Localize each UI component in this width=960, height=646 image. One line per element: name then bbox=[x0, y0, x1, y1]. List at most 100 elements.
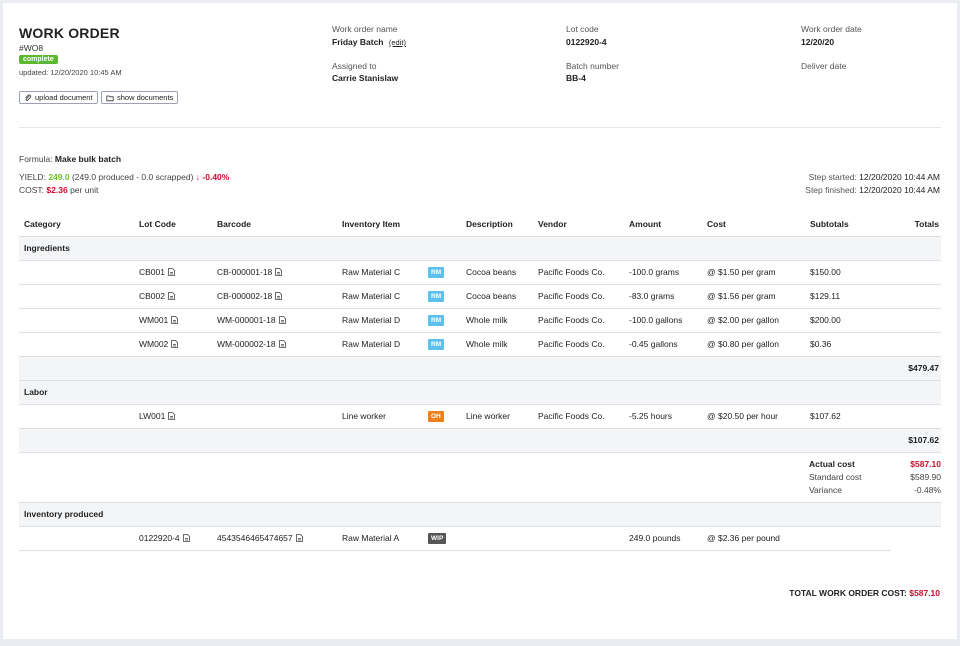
document-icon[interactable] bbox=[279, 340, 286, 348]
subtotal bbox=[805, 526, 891, 550]
yield-value: 249.0 bbox=[48, 172, 69, 182]
lot-code: 0122920-4 bbox=[139, 533, 180, 543]
rm-tag: RM bbox=[428, 315, 444, 326]
actual-cost-label: Actual cost bbox=[809, 458, 901, 471]
variance-label: Variance bbox=[809, 484, 901, 497]
arrow-down-icon: ↓ bbox=[196, 172, 200, 182]
vendor: Pacific Foods Co. bbox=[533, 332, 624, 356]
assigned-to-label: Assigned to bbox=[332, 61, 376, 71]
folder-icon bbox=[106, 94, 114, 102]
upload-document-button[interactable]: upload document bbox=[19, 91, 98, 104]
table-row: WM001 WM-000001-18 Raw Material D RM Who… bbox=[19, 308, 941, 332]
section-ingredients: Ingredients bbox=[19, 236, 941, 260]
description: Line worker bbox=[461, 404, 533, 428]
labor-total-row: $107.62 bbox=[19, 428, 941, 452]
work-order-card: WORK ORDER #WO8 complete updated: 12/20/… bbox=[3, 3, 957, 639]
labor-total: $107.62 bbox=[891, 428, 941, 452]
unit-cost: @ $2.36 per pound bbox=[702, 526, 805, 550]
header-divider bbox=[19, 127, 941, 128]
section-label: Ingredients bbox=[19, 236, 941, 260]
step-finished-value: 12/20/2020 10:44 AM bbox=[859, 185, 940, 195]
total-work-order-cost: TOTAL WORK ORDER COST: $587.10 bbox=[789, 588, 940, 598]
description bbox=[461, 526, 533, 550]
lot-code-value: 0122920-4 bbox=[566, 37, 607, 47]
total-cost-value: $587.10 bbox=[909, 588, 940, 598]
cost-line: COST: $2.36 per unit bbox=[19, 185, 98, 195]
yield-line: YIELD: 249.0 (249.0 produced - 0.0 scrap… bbox=[19, 172, 229, 182]
table-row: CB001 CB-000001-18 Raw Material C RM Coc… bbox=[19, 260, 941, 284]
rm-tag: RM bbox=[428, 339, 444, 350]
col-vendor: Vendor bbox=[533, 212, 624, 236]
document-icon[interactable] bbox=[171, 340, 178, 348]
standard-cost-value: $589.90 bbox=[901, 471, 941, 484]
col-lot-code: Lot Code bbox=[134, 212, 212, 236]
amount: -100.0 grams bbox=[624, 260, 702, 284]
formula-value: Make bulk batch bbox=[55, 154, 121, 164]
lot-code: WM002 bbox=[139, 339, 168, 349]
inventory-item: Raw Material C bbox=[337, 284, 423, 308]
col-tag bbox=[423, 212, 461, 236]
assigned-to-value: Carrie Stanislaw bbox=[332, 73, 398, 83]
work-order-name-label: Work order name bbox=[332, 24, 398, 34]
unit-cost: @ $2.00 per gallon bbox=[702, 308, 805, 332]
inventory-item: Raw Material C bbox=[337, 260, 423, 284]
subtotal: $0.36 bbox=[805, 332, 891, 356]
cost-value: $2.36 bbox=[46, 185, 67, 195]
document-icon[interactable] bbox=[279, 316, 286, 324]
page-title: WORK ORDER bbox=[19, 25, 120, 41]
subtotal: $200.00 bbox=[805, 308, 891, 332]
cost-summary-row: Actual cost $587.10 Standard cost $589.9… bbox=[19, 452, 941, 502]
unit-cost: @ $1.56 per gram bbox=[702, 284, 805, 308]
document-icon[interactable] bbox=[183, 534, 190, 542]
table-header-row: Category Lot Code Barcode Inventory Item… bbox=[19, 212, 941, 236]
section-inventory-produced: Inventory produced bbox=[19, 502, 941, 526]
document-icon[interactable] bbox=[171, 316, 178, 324]
step-finished-label: Step finished: bbox=[805, 185, 857, 195]
rm-tag: RM bbox=[428, 267, 444, 278]
document-icon[interactable] bbox=[168, 268, 175, 276]
col-subtotals: Subtotals bbox=[805, 212, 891, 236]
document-icon[interactable] bbox=[275, 292, 282, 300]
barcode: CB-000002-18 bbox=[217, 291, 272, 301]
show-documents-button[interactable]: show documents bbox=[101, 91, 178, 104]
amount: -5.25 hours bbox=[624, 404, 702, 428]
total-cost-label: TOTAL WORK ORDER COST: bbox=[789, 588, 907, 598]
document-icon[interactable] bbox=[168, 412, 175, 420]
col-amount: Amount bbox=[624, 212, 702, 236]
document-icon[interactable] bbox=[275, 268, 282, 276]
barcode: 4543546465474657 bbox=[217, 533, 293, 543]
edit-name-link[interactable]: (edit) bbox=[389, 38, 406, 47]
amount: -0.45 gallons bbox=[624, 332, 702, 356]
col-category: Category bbox=[19, 212, 134, 236]
col-barcode: Barcode bbox=[212, 212, 337, 236]
rm-tag: RM bbox=[428, 291, 444, 302]
work-order-name-value: Friday Batch (edit) bbox=[332, 37, 406, 47]
step-started-value: 12/20/2020 10:44 AM bbox=[859, 172, 940, 182]
lot-code-label: Lot code bbox=[566, 24, 599, 34]
lot-code: LW001 bbox=[139, 411, 165, 421]
barcode: CB-000001-18 bbox=[217, 267, 272, 277]
step-finished: Step finished: 12/20/2020 10:44 AM bbox=[805, 185, 940, 195]
document-icon[interactable] bbox=[168, 292, 175, 300]
cost-summary: Actual cost $587.10 Standard cost $589.9… bbox=[24, 458, 941, 497]
lot-code: WM001 bbox=[139, 315, 168, 325]
oh-tag: OH bbox=[428, 411, 444, 422]
standard-cost-label: Standard cost bbox=[809, 471, 901, 484]
vendor: Pacific Foods Co. bbox=[533, 284, 624, 308]
vendor: Pacific Foods Co. bbox=[533, 308, 624, 332]
ingredients-total: $479.47 bbox=[891, 356, 941, 380]
col-inventory-item: Inventory Item bbox=[337, 212, 423, 236]
updated-timestamp: updated: 12/20/2020 10:45 AM bbox=[19, 68, 122, 77]
vendor: Pacific Foods Co. bbox=[533, 260, 624, 284]
upload-document-label: upload document bbox=[35, 93, 93, 102]
table-row: WM002 WM-000002-18 Raw Material D RM Who… bbox=[19, 332, 941, 356]
description: Cocoa beans bbox=[461, 260, 533, 284]
step-started: Step started: 12/20/2020 10:44 AM bbox=[809, 172, 940, 182]
yield-label: YIELD: bbox=[19, 172, 46, 182]
description: Cocoa beans bbox=[461, 284, 533, 308]
yield-change-value: -0.40% bbox=[202, 172, 229, 182]
cost-label: COST: bbox=[19, 185, 44, 195]
document-icon[interactable] bbox=[296, 534, 303, 542]
amount: 249.0 pounds bbox=[624, 526, 702, 550]
variance-value: -0.48% bbox=[901, 484, 941, 497]
